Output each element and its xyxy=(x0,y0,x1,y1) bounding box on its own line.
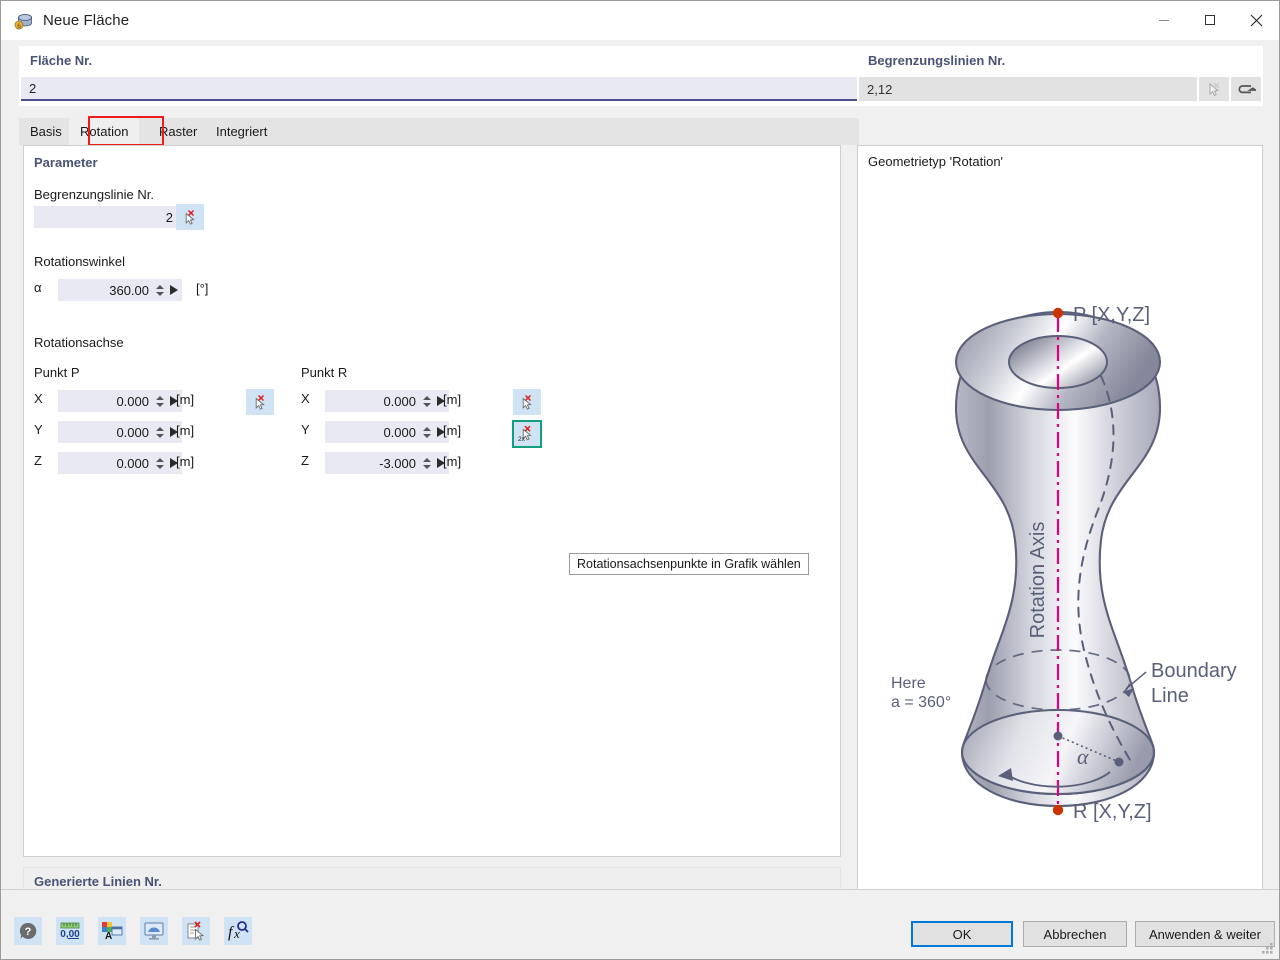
rotation-geometry-illustration: Rotation Axis P [X,Y,Z] R [X,Y,Z] Bounda… xyxy=(858,180,1262,880)
begrenzungslinie-nr-label: Begrenzungslinie Nr. xyxy=(34,187,154,202)
minimize-button[interactable] xyxy=(1141,1,1187,39)
rotationsachse-group-label: Rotationsachse xyxy=(34,335,124,350)
units-icon-button[interactable]: 0,00 xyxy=(56,917,84,945)
punkt-r-x-stepper[interactable] xyxy=(421,390,433,412)
punkt-p-x-input[interactable] xyxy=(58,390,154,412)
pick-cursor-icon-button[interactable] xyxy=(1199,77,1229,101)
maximize-button[interactable] xyxy=(1187,1,1233,39)
punkt-p-y-input[interactable] xyxy=(58,421,154,443)
boundary-line-label-1: Boundary xyxy=(1151,660,1237,682)
help-icon-button[interactable]: ? xyxy=(14,917,42,945)
cancel-button[interactable]: Abbrechen xyxy=(1023,921,1127,947)
punkt-p-x-axis-label: X xyxy=(34,391,43,406)
undo-arrow-icon-button[interactable] xyxy=(1231,77,1261,101)
tab-raster[interactable]: Raster xyxy=(148,118,208,145)
formula-icon-button[interactable]: f x xyxy=(224,917,252,945)
tab-basis[interactable]: Basis xyxy=(19,118,73,145)
begrenzungslinien-nr-group: Begrenzungslinien Nr. xyxy=(857,46,1263,106)
point-p-label: P [X,Y,Z] xyxy=(1073,304,1150,326)
rotationswinkel-unit: [°] xyxy=(196,281,209,296)
punkt-r-x-unit: [m] xyxy=(443,392,462,407)
pick-begrenzungslinie-icon-button[interactable] xyxy=(176,204,204,230)
punkt-r-y-input[interactable] xyxy=(325,421,421,443)
punkt-p-z-axis-label: Z xyxy=(34,453,42,468)
parameter-section-title: Parameter xyxy=(34,155,98,170)
rotationswinkel-input[interactable] xyxy=(58,279,154,301)
rotationswinkel-group-label: Rotationswinkel xyxy=(34,254,126,269)
rotationswinkel-stepper[interactable] xyxy=(154,279,166,301)
punkt-r-z-unit: [m] xyxy=(443,454,462,469)
punkt-r-label: Punkt R xyxy=(301,365,348,380)
punkt-p-z-input[interactable] xyxy=(58,452,154,474)
punkt-p-x-unit: [m] xyxy=(176,392,195,407)
dialog-window: 6 Neue Fläche Fläche Nr. Begrenzungslini… xyxy=(0,0,1280,960)
graphic-panel: Geometrietyp 'Rotation' Rotation Axis P … xyxy=(857,145,1263,923)
begrenzungslinien-nr-input[interactable] xyxy=(859,77,1197,101)
svg-text:2x: 2x xyxy=(518,436,526,443)
punkt-r-y-unit: [m] xyxy=(443,423,462,438)
window-controls xyxy=(1141,1,1279,39)
geometrietyp-title: Geometrietyp 'Rotation' xyxy=(868,154,1004,169)
alpha-angle-label: α xyxy=(1077,744,1089,769)
graphic-note-line-2: a = 360° xyxy=(891,694,952,711)
boundary-line-label-2: Line xyxy=(1151,685,1189,707)
point-r-label: R [X,Y,Z] xyxy=(1073,801,1152,823)
pick-punkt-r-icon-button[interactable] xyxy=(513,389,541,415)
alpha-symbol-label: α xyxy=(34,280,42,295)
pick-in-graphic-icon-button[interactable] xyxy=(182,917,210,945)
pick-rotation-axis-points-2x-icon-button[interactable]: 2x xyxy=(512,420,542,448)
flaeche-nr-label: Fläche Nr. xyxy=(30,53,93,68)
tooltip-rotationsachsenpunkte: Rotationsachsenpunkte in Grafik wählen xyxy=(569,553,809,575)
punkt-r-z-axis-label: Z xyxy=(301,453,309,468)
tab-rotation[interactable]: Rotation xyxy=(69,118,140,145)
punkt-r-z-stepper[interactable] xyxy=(421,452,433,474)
punkt-p-label: Punkt P xyxy=(34,365,80,380)
punkt-r-x-axis-label: X xyxy=(301,391,310,406)
punkt-p-y-axis-label: Y xyxy=(34,422,43,437)
rotationswinkel-field xyxy=(58,279,182,301)
graphic-note-line-1: Here xyxy=(891,675,926,692)
punkt-p-x-stepper[interactable] xyxy=(154,390,166,412)
svg-text:A: A xyxy=(105,931,112,941)
resize-grip[interactable] xyxy=(1262,943,1274,955)
punkt-p-z-stepper[interactable] xyxy=(154,452,166,474)
window-title: Neue Fläche xyxy=(43,12,130,29)
apply-continue-button[interactable]: Anwenden & weiter xyxy=(1135,921,1275,947)
parameter-panel: Parameter Begrenzungslinie Nr. Rotations… xyxy=(23,145,841,857)
tab-integriert[interactable]: Integriert xyxy=(205,118,278,145)
punkt-r-y-stepper[interactable] xyxy=(421,421,433,443)
punkt-r-z-input[interactable] xyxy=(325,452,421,474)
svg-text:?: ? xyxy=(25,926,32,938)
rotation-axis-label: Rotation Axis xyxy=(1027,522,1049,639)
display-properties-icon-button[interactable]: A xyxy=(98,917,126,945)
pick-punkt-p-icon-button[interactable] xyxy=(246,389,274,415)
title-bar: 6 Neue Fläche xyxy=(1,1,1279,40)
close-button[interactable] xyxy=(1233,1,1279,39)
tab-strip: Basis Rotation Raster Integriert xyxy=(19,116,859,146)
punkt-p-y-stepper[interactable] xyxy=(154,421,166,443)
ok-button[interactable]: OK xyxy=(911,921,1013,947)
flaeche-nr-group: Fläche Nr. xyxy=(19,46,859,106)
punkt-r-x-input[interactable] xyxy=(325,390,421,412)
surface-icon: 6 xyxy=(14,11,34,31)
begrenzungslinie-nr-input[interactable] xyxy=(34,206,178,228)
punkt-p-z-unit: [m] xyxy=(176,454,195,469)
svg-text:6: 6 xyxy=(17,23,21,30)
flaeche-nr-input[interactable] xyxy=(21,77,857,101)
rotationswinkel-more-button[interactable] xyxy=(166,279,182,301)
begrenzungslinien-nr-label: Begrenzungslinien Nr. xyxy=(868,53,1006,68)
dialog-content: Fläche Nr. Begrenzungslinien Nr. xyxy=(1,40,1279,959)
render-view-icon-button[interactable] xyxy=(140,917,168,945)
punkt-p-y-unit: [m] xyxy=(176,423,195,438)
punkt-r-y-axis-label: Y xyxy=(301,422,310,437)
